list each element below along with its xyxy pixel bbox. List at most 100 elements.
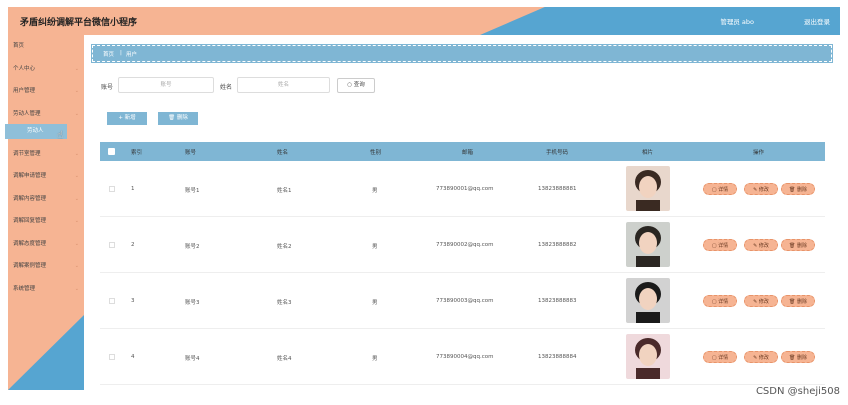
cell-email: 773890001@qq.com [436,186,494,192]
detail-button[interactable]: ▢ 详情 [703,183,737,195]
sidebar-corner-accent [8,315,84,390]
delete-button[interactable]: 🗑 删除 [781,183,815,195]
detail-button-label: 详情 [718,187,729,193]
chevron-down-icon: ⌄ [74,151,79,157]
account-search-input[interactable]: 账号 [118,77,214,93]
app-title: 矛盾纠纷调解平台微信小程序 [20,18,138,28]
sidebar-item-label: 用户管理 [13,88,36,94]
trash-icon: 🗑 [789,299,797,305]
cell-account: 账号2 [185,244,200,250]
select-all-checkbox[interactable] [108,148,115,155]
user-photo [626,278,670,323]
sidebar-item[interactable]: 首页 [8,38,84,54]
detail-button[interactable]: ▢ 详情 [703,351,737,363]
mouse-pointer-icon: ☝ [57,130,64,141]
detail-button[interactable]: ▢ 详情 [703,295,737,307]
search-button[interactable]: ○ 查询 [337,78,375,93]
sidebar-item[interactable]: 调解内容管理 ⌄ [8,191,84,207]
edit-button[interactable]: ✎ 修改 [744,351,778,363]
cell-index: 4 [131,354,135,360]
row-checkbox[interactable] [109,242,115,248]
delete-button-label: 删除 [796,187,807,193]
chevron-down-icon: ⌄ [74,173,79,179]
current-user: 管理员 abo [720,18,754,26]
sidebar-item[interactable]: 调解态度管理 ⌄ [8,236,84,252]
chevron-down-icon: ⌄ [74,286,79,292]
delete-button[interactable]: 🗑 删除 [781,239,815,251]
cell-name: 姓名2 [277,244,292,250]
cell-name: 姓名4 [277,356,292,362]
cell-email: 773890003@qq.com [436,298,494,304]
detail-button-label: 详情 [718,243,729,249]
name-label: 姓名 [220,84,233,91]
sidebar-item[interactable]: 调解申请管理 ⌄ [8,168,84,184]
sidebar-item-label: 调解申请管理 [13,173,47,179]
col-name: 姓名 [277,150,289,156]
cell-email: 773890002@qq.com [436,242,494,248]
user-photo [626,222,670,267]
batch-delete-label: 删除 [176,115,188,121]
edit-button[interactable]: ✎ 修改 [744,295,778,307]
add-button[interactable]: + 新增 [107,112,147,125]
col-gender: 性别 [370,150,382,156]
logout-link[interactable]: 退出登录 [804,16,830,26]
col-photo: 相片 [642,150,654,156]
add-button-label: 新增 [124,115,136,121]
delete-button[interactable]: 🗑 删除 [781,295,815,307]
sidebar-item[interactable]: 调解回复管理 ⌄ [8,213,84,229]
cell-phone: 13823888882 [538,242,577,248]
sidebar-item-label: 首页 [13,43,25,49]
sidebar-item[interactable]: 个人中心 ⌄ [8,61,84,77]
edit-button[interactable]: ✎ 修改 [744,239,778,251]
chevron-down-icon: ⌄ [74,241,79,247]
breadcrumb: 首页 | 用户 [91,44,833,63]
sidebar-item-label: 调解回复管理 [13,218,47,224]
batch-delete-button[interactable]: 🗑 删除 [158,112,198,125]
cell-index: 3 [131,298,135,304]
table-row: 1 账号1 姓名1 男 773890001@qq.com 13823888881 ▢ 详情 ✎… [100,162,825,217]
chevron-down-icon: ⌄ [74,88,79,94]
trash-icon: 🗑 [168,115,176,121]
sidebar-item-label: 系统管理 [13,286,36,292]
chevron-down-icon: ⌄ [74,66,79,72]
col-account: 账号 [185,150,197,156]
delete-button-label: 删除 [796,355,807,361]
table-header: 索引 账号 姓名 性别 邮箱 手机号码 相片 操作 [100,142,825,161]
sidebar-item[interactable]: 用户管理 ⌄ [8,83,84,99]
user-photo [626,334,670,379]
cell-email: 773890004@qq.com [436,354,494,360]
cell-gender: 男 [372,244,378,250]
cell-account: 账号4 [185,356,200,362]
detail-button-label: 详情 [718,355,729,361]
row-checkbox[interactable] [109,354,115,360]
col-phone: 手机号码 [546,150,569,156]
breadcrumb-home[interactable]: 首页 [103,50,114,58]
cell-account: 账号3 [185,300,200,306]
table-row: 3 账号3 姓名3 男 773890003@qq.com 13823888883 ▢ 详情 ✎… [100,274,825,329]
edit-button[interactable]: ✎ 修改 [744,183,778,195]
chevron-down-icon: ⌄ [74,111,79,117]
delete-button-label: 删除 [796,299,807,305]
sidebar-item[interactable]: 劳动人管理 ⌄ [8,106,84,122]
breadcrumb-current: 用户 [126,52,138,58]
cell-gender: 男 [372,356,378,362]
name-search-input[interactable]: 姓名 [237,77,330,93]
detail-button[interactable]: ▢ 详情 [703,239,737,251]
top-header: 矛盾纠纷调解平台微信小程序 管理员 abo 退出登录 [8,7,840,35]
col-email: 邮箱 [462,150,474,156]
trash-icon: 🗑 [789,187,797,193]
sidebar-item[interactable]: 系统管理 ⌄ [8,281,84,297]
sidebar-item-label: 劳动人管理 [13,111,41,117]
row-checkbox[interactable] [109,298,115,304]
table-row: 4 账号4 姓名4 男 773890004@qq.com 13823888884 ▢ 详情 ✎… [100,330,825,385]
cell-name: 姓名1 [277,188,292,194]
plus-icon: + [118,115,123,121]
cell-index: 2 [131,242,135,248]
row-checkbox[interactable] [109,186,115,192]
cell-index: 1 [131,186,135,192]
sidebar-item[interactable]: 调节室管理 ⌄ [8,146,84,162]
edit-button-label: 修改 [758,187,769,193]
sidebar-item[interactable]: 调解案例管理 ⌄ [8,258,84,274]
delete-button[interactable]: 🗑 删除 [781,351,815,363]
chevron-down-icon: ⌄ [74,196,79,202]
